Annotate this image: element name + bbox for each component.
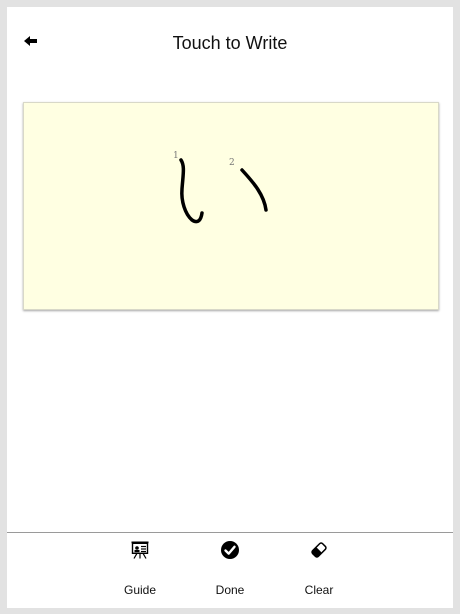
stroke-1 bbox=[179, 158, 204, 224]
page-title: Touch to Write bbox=[172, 33, 288, 53]
eraser-icon bbox=[311, 542, 327, 558]
stroke-number-1: 1 bbox=[173, 151, 179, 161]
app-screen: Touch to Write 1 2 Guide Done Clear bbox=[7, 7, 453, 608]
presentation-board-icon bbox=[131, 541, 149, 559]
done-label: Done bbox=[215, 583, 245, 597]
writing-canvas[interactable]: 1 2 bbox=[23, 102, 439, 310]
guide-label: Guide bbox=[123, 583, 157, 597]
handwriting-strokes: 1 2 bbox=[173, 151, 268, 224]
clear-label: Clear bbox=[304, 583, 334, 597]
bottom-toolbar: Guide Done Clear bbox=[7, 532, 453, 608]
clear-button[interactable]: Clear bbox=[284, 533, 354, 608]
checkmark-circle-icon bbox=[221, 541, 239, 559]
guide-button[interactable]: Guide bbox=[105, 533, 175, 608]
done-button[interactable]: Done bbox=[195, 533, 265, 608]
stroke-number-2: 2 bbox=[229, 158, 235, 168]
stroke-2 bbox=[240, 168, 268, 212]
